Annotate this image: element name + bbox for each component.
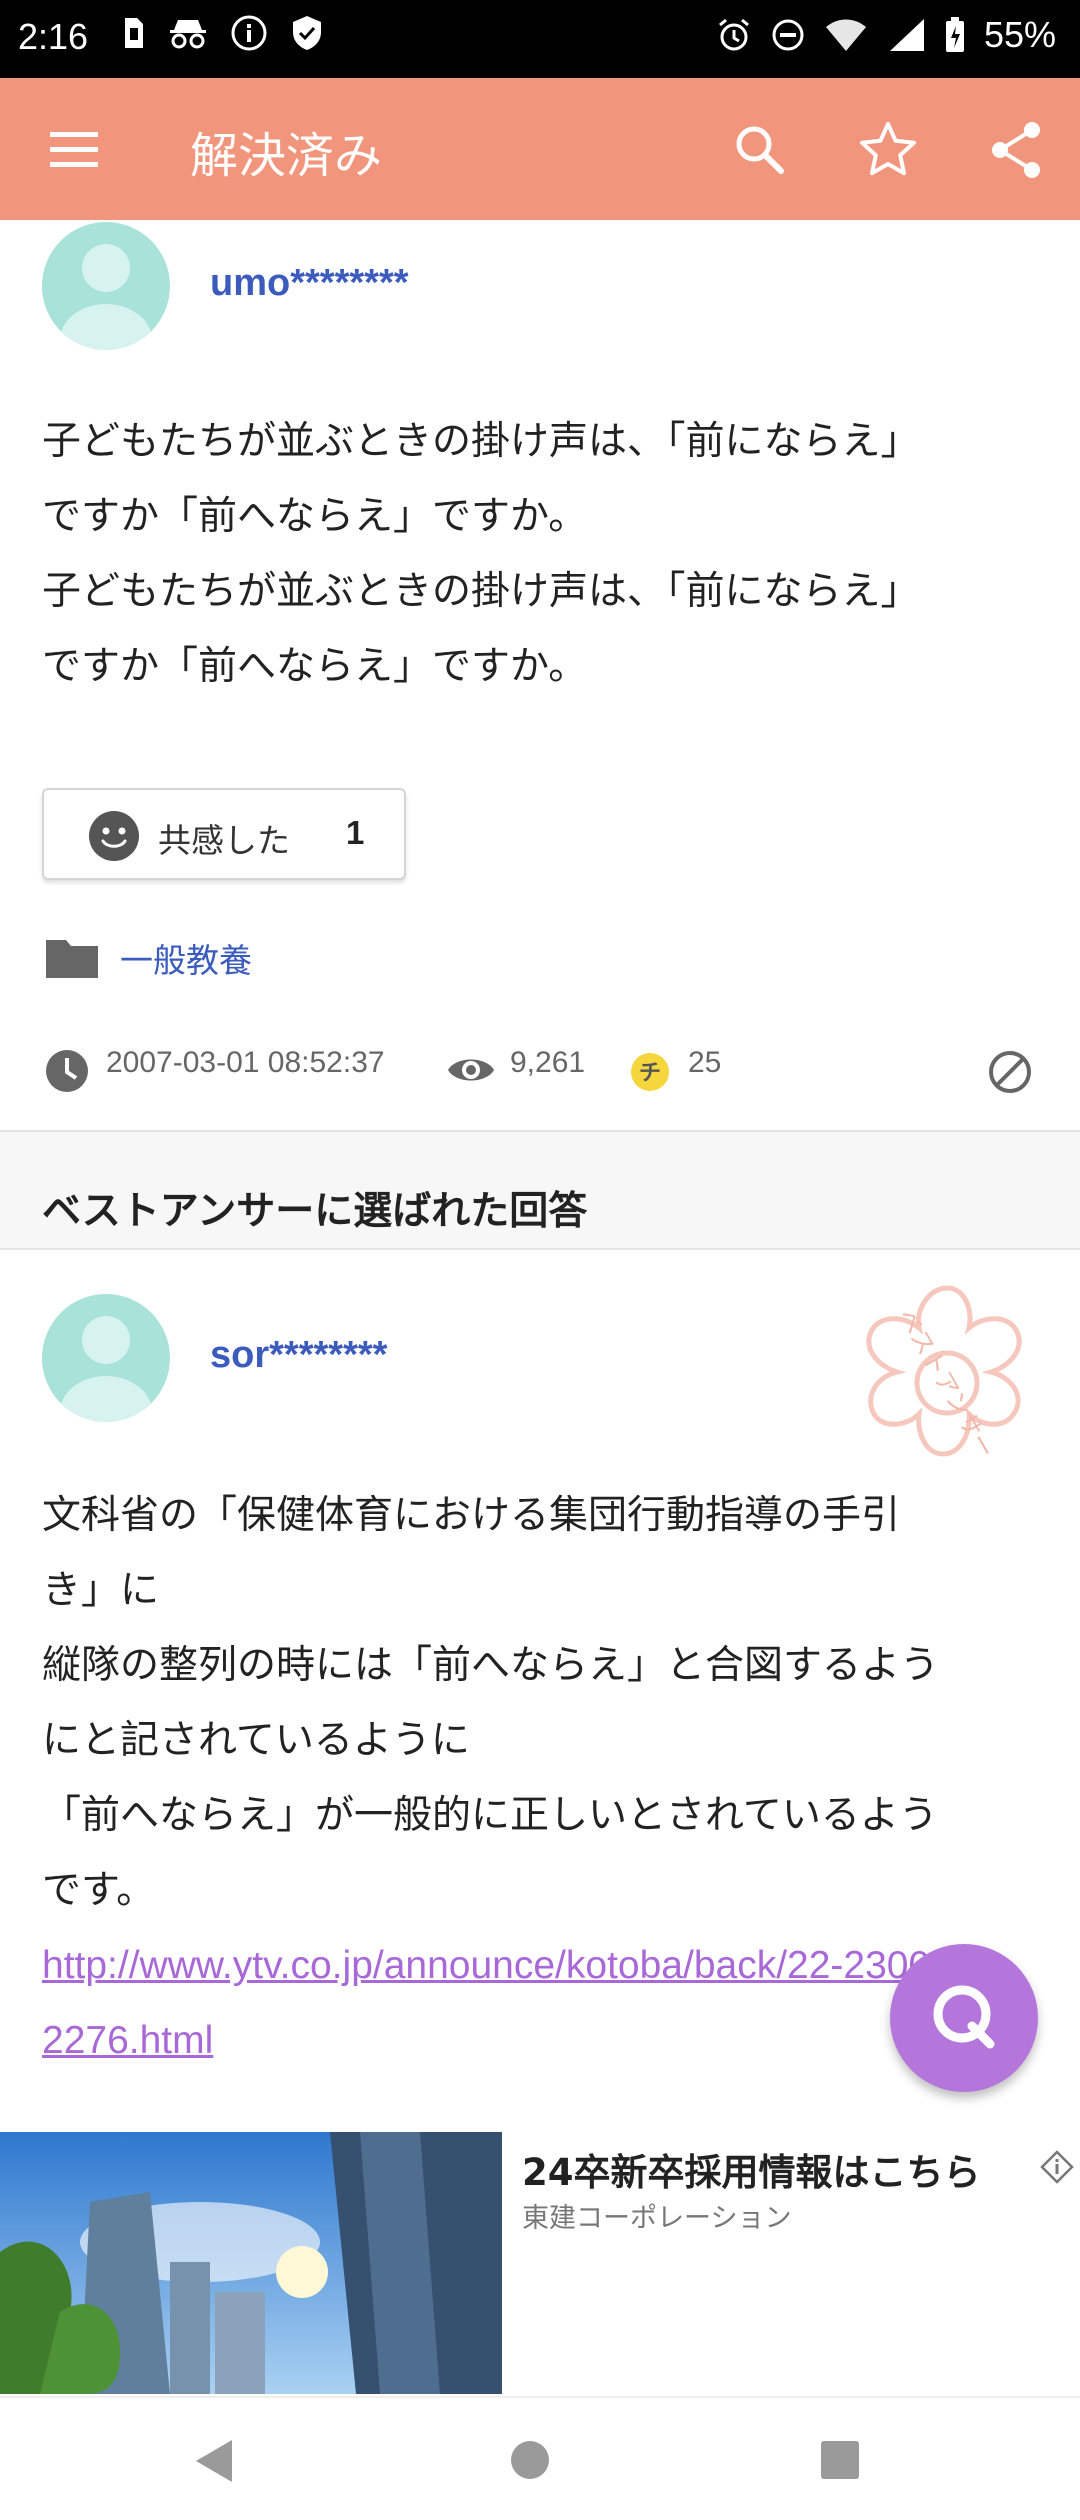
best-answer-header: ベストアンサーに選ばれた回答 <box>0 1130 1080 1250</box>
page-title: 解決済み <box>190 128 383 184</box>
app-bar: 解決済み <box>0 78 1080 220</box>
home-icon[interactable] <box>508 2438 552 2482</box>
ad-title[interactable]: 24卒新卒採用情報はこちら <box>522 2142 981 2196</box>
ask-question-button[interactable] <box>890 1944 1038 2092</box>
status-time: 2:16 <box>18 16 89 57</box>
avatar[interactable] <box>42 222 170 350</box>
view-count: 9,261 <box>510 1046 586 1079</box>
dnd-icon <box>772 19 804 51</box>
signal-icon <box>889 19 924 51</box>
report-icon[interactable] <box>986 1048 1034 1096</box>
eye-icon <box>448 1059 494 1081</box>
system-nav-bar <box>0 2396 1080 2520</box>
star-icon[interactable] <box>852 114 924 186</box>
battery-percentage: 55% <box>983 14 1056 55</box>
ad-advertiser: 東建コーポレーション <box>522 2203 792 2234</box>
recents-icon[interactable] <box>818 2438 862 2482</box>
empathy-label: 共感した <box>158 821 290 860</box>
status-notification-icons <box>122 14 324 52</box>
q-icon <box>933 1985 995 2049</box>
avatar[interactable] <box>42 1294 170 1422</box>
ad-image <box>0 2132 502 2394</box>
incognito-icon <box>170 20 206 49</box>
stamp-text: ベストアンサー <box>892 1304 1000 1463</box>
status-system-icons: 55% <box>716 14 1056 56</box>
category-label: 一般教養 <box>120 941 252 980</box>
smiley-icon <box>89 811 139 861</box>
user-avatar-icon <box>60 244 152 350</box>
category[interactable]: 一般教養 <box>44 934 252 982</box>
answer-body: 文科省の「保健体育における集団行動指導の手引 き」に 縦隊の整列の時には「前へな… <box>42 1493 940 1913</box>
wifi-icon <box>825 19 866 51</box>
alarm-icon <box>718 18 749 51</box>
best-answer-heading: ベストアンサーに選ばれた回答 <box>42 1189 588 1234</box>
user-avatar-icon <box>60 1316 152 1422</box>
empathy-count: 1 <box>346 814 365 851</box>
coin-count: 25 <box>688 1046 722 1079</box>
coin-icon: チ <box>631 1053 669 1091</box>
menu-icon[interactable] <box>44 122 104 178</box>
folder-icon <box>46 940 98 978</box>
status-bar: 2:16 55% <box>0 0 1080 78</box>
post-date: 2007-03-01 08:52:37 <box>106 1046 385 1079</box>
sim-icon <box>125 18 143 48</box>
best-answer-stamp-icon: ベストアンサー <box>866 1285 1022 1463</box>
svg-text:チ: チ <box>639 1061 661 1086</box>
ad-banner[interactable]: 24卒新卒採用情報はこちら 東建コーポレーション <box>0 2132 1080 2394</box>
battery-icon <box>945 17 964 52</box>
ad-info-icon[interactable] <box>1040 2150 1074 2184</box>
answer-username[interactable]: sor******** <box>210 1334 387 1377</box>
question-username[interactable]: umo******** <box>210 262 409 305</box>
answer-link[interactable]: http://www.ytv.co.jp/announce/kotoba/bac… <box>42 1928 962 2078</box>
shield-icon <box>293 16 321 50</box>
empathy-button[interactable]: 共感した 1 <box>42 788 406 880</box>
back-icon[interactable] <box>192 2438 236 2484</box>
clock-icon <box>46 1050 88 1092</box>
question-body: 子どもたちが並ぶときの掛け声は、「前にならえ」 ですか「前へならえ」ですか。 子… <box>42 419 920 689</box>
search-icon[interactable] <box>724 114 796 186</box>
share-icon[interactable] <box>980 114 1052 186</box>
info-icon <box>231 15 267 51</box>
